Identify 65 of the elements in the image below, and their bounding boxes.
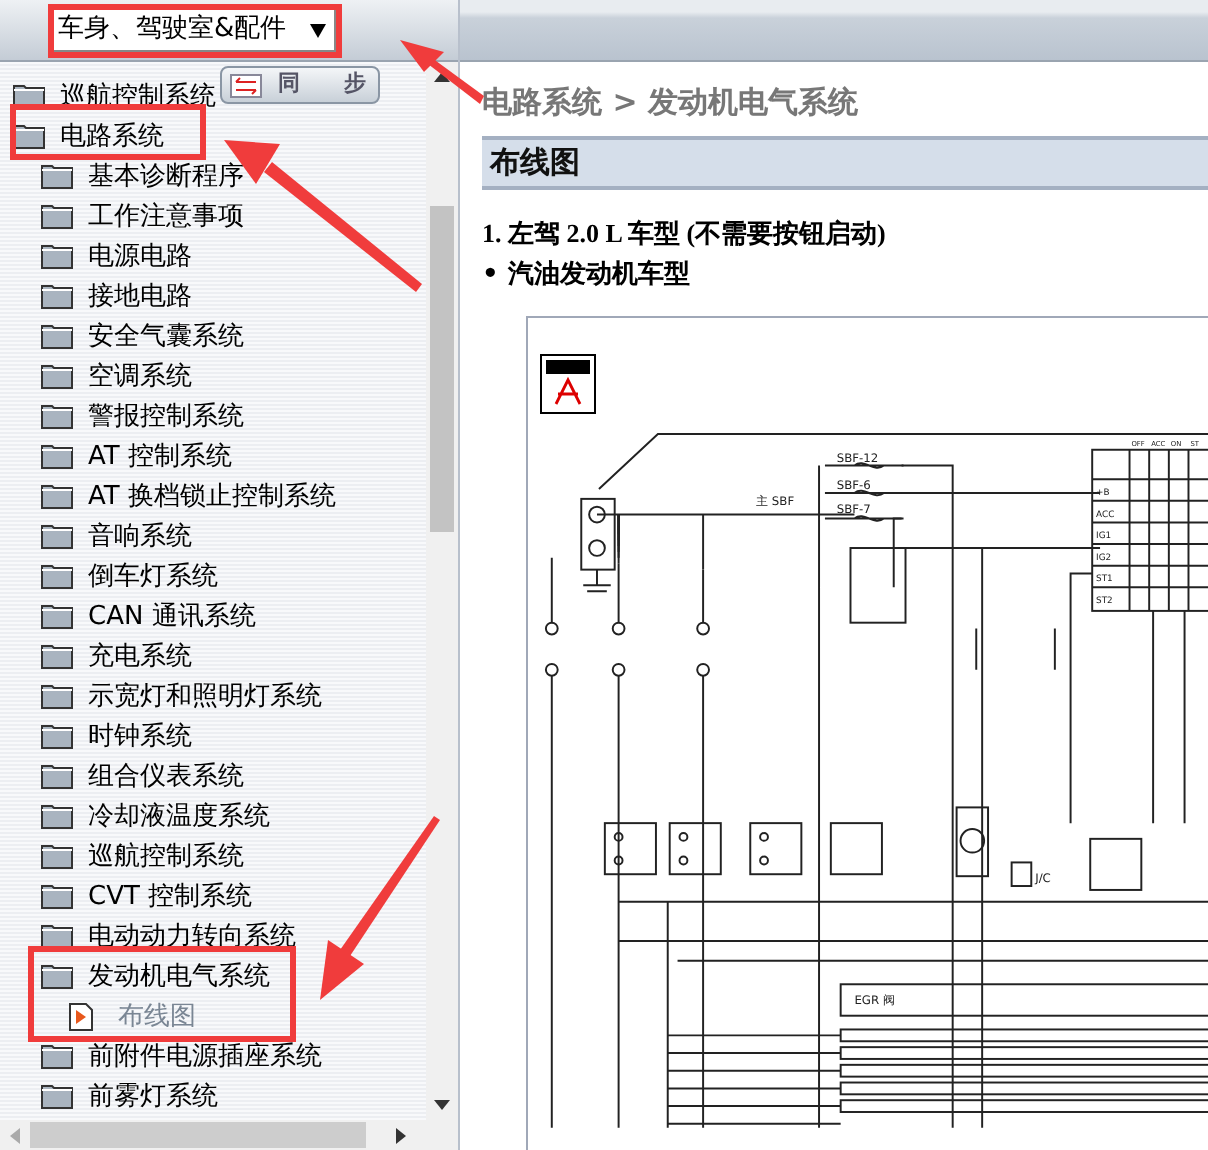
tree-item[interactable]: CVT 控制系统 bbox=[88, 881, 253, 911]
folder-icon bbox=[40, 522, 74, 550]
folder-icon bbox=[40, 562, 74, 590]
annotation-arrow bbox=[400, 40, 484, 104]
swap-arrows-icon bbox=[230, 73, 262, 97]
tree-item[interactable]: 巡航控制系统 bbox=[88, 841, 244, 871]
folder-icon bbox=[40, 322, 74, 350]
up-arrow-icon bbox=[434, 72, 450, 82]
tree-item[interactable]: 警报控制系统 bbox=[88, 401, 244, 431]
folder-icon bbox=[40, 362, 74, 390]
folder-icon bbox=[40, 282, 74, 310]
folder-icon bbox=[40, 242, 74, 270]
folder-icon bbox=[40, 402, 74, 430]
folder-icon bbox=[40, 882, 74, 910]
folder-icon bbox=[40, 842, 74, 870]
folder-icon bbox=[40, 482, 74, 510]
scrollbar-thumb[interactable] bbox=[430, 206, 454, 532]
folder-icon bbox=[40, 642, 74, 670]
folder-icon bbox=[40, 722, 74, 750]
tree-item[interactable]: 组合仪表系统 bbox=[88, 761, 244, 791]
document-icon bbox=[68, 1001, 94, 1031]
folder-icon bbox=[40, 802, 74, 830]
engine-type-item: • 汽油发动机车型 bbox=[482, 257, 692, 294]
folder-icon bbox=[40, 682, 74, 710]
folder-icon bbox=[40, 202, 74, 230]
tree-item[interactable]: AT 控制系统 bbox=[88, 441, 232, 471]
tree-item[interactable]: 电路系统 bbox=[60, 121, 164, 151]
left-arrow-icon bbox=[10, 1127, 20, 1143]
tree-item[interactable]: 时钟系统 bbox=[88, 721, 192, 751]
tree-item[interactable]: 接地电路 bbox=[88, 281, 192, 311]
breadcrumb: 电路系统 > 发动机电气系统 bbox=[482, 82, 861, 124]
tree-item[interactable]: 工作注意事项 bbox=[88, 201, 244, 231]
tree-item[interactable]: 空调系统 bbox=[88, 361, 192, 391]
right-arrow-icon bbox=[396, 1127, 406, 1143]
tree-item[interactable]: 电源电路 bbox=[88, 241, 192, 271]
section-heading: 布线图 bbox=[482, 135, 1208, 189]
horizontal-scrollbar[interactable] bbox=[0, 1120, 458, 1150]
tree-item[interactable]: 基本诊断程序 bbox=[88, 161, 244, 191]
tree-item[interactable]: 安全气囊系统 bbox=[88, 321, 244, 351]
folder-icon bbox=[40, 602, 74, 630]
tree-item[interactable]: 充电系统 bbox=[88, 641, 192, 671]
folder-icon bbox=[40, 762, 74, 790]
folder-icon bbox=[40, 962, 74, 990]
vertical-scrollbar[interactable] bbox=[426, 62, 458, 1120]
folder-icon bbox=[40, 922, 74, 950]
tree-item[interactable]: 倒车灯系统 bbox=[88, 561, 218, 591]
pdf-icon bbox=[540, 353, 596, 413]
scrollbar-thumb[interactable] bbox=[30, 1122, 366, 1148]
folder-icon bbox=[40, 162, 74, 190]
tree-item[interactable]: 发动机电气系统 bbox=[88, 961, 270, 991]
category-dropdown[interactable]: 车身、驾驶室&配件 bbox=[48, 8, 337, 52]
tree-item[interactable]: AT 换档锁止控制系统 bbox=[88, 481, 336, 511]
tree-item[interactable]: 前附件电源插座系统 bbox=[88, 1041, 322, 1071]
folder-icon bbox=[40, 442, 74, 470]
folder-icon bbox=[12, 122, 46, 150]
model-heading: 1. 左驾 2.0 L 车型 (不需要按钮启动) bbox=[482, 215, 888, 251]
tree-item[interactable]: CAN 通讯系统 bbox=[88, 601, 256, 631]
tree-item[interactable]: 前雾灯系统 bbox=[88, 1081, 218, 1111]
down-arrow-icon bbox=[434, 1100, 450, 1110]
folder-icon bbox=[40, 1042, 74, 1070]
tree-item[interactable]: 示宽灯和照明灯系统 bbox=[88, 681, 322, 711]
tree-item[interactable]: 冷却液温度系统 bbox=[88, 801, 270, 831]
folder-icon bbox=[40, 1082, 74, 1110]
tree-item[interactable]: 音响系统 bbox=[88, 521, 192, 551]
caret-icon bbox=[310, 23, 327, 37]
